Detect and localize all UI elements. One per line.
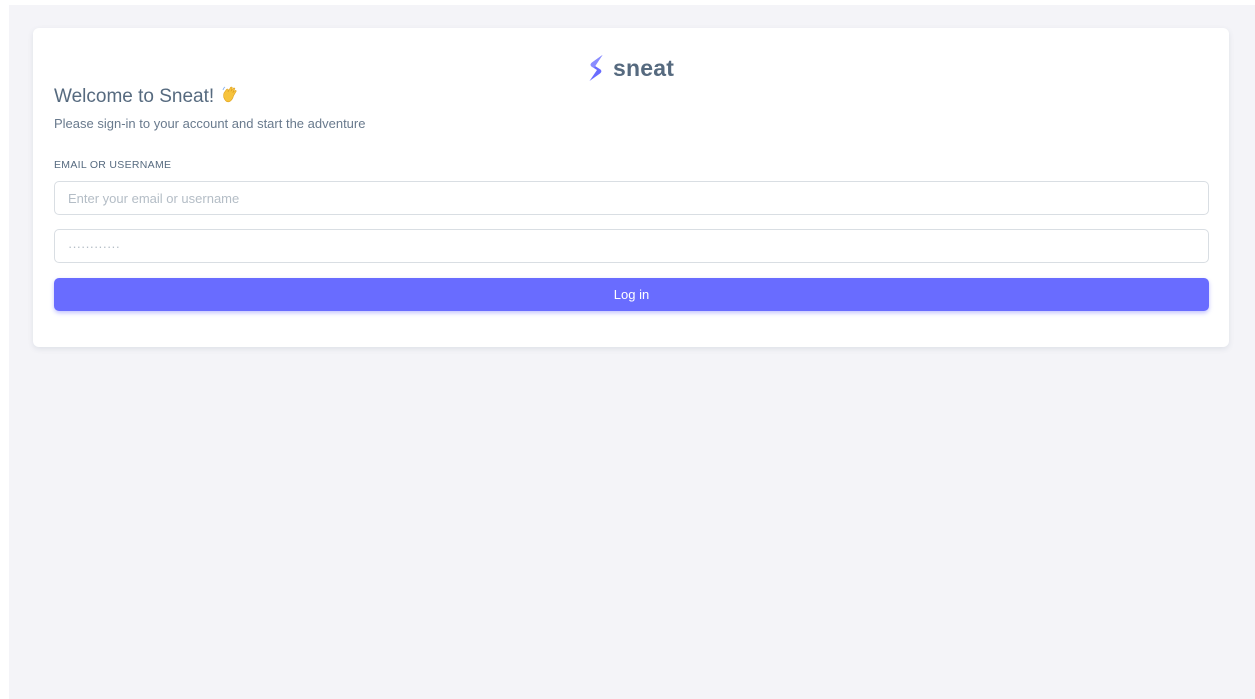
email-field-label: EMAIL OR USERNAME: [54, 159, 172, 171]
login-card: sneat Welcome to Sneat! Please sign-in t…: [33, 28, 1229, 347]
brand-logo[interactable]: sneat: [587, 52, 674, 84]
page-subtitle: Please sign-in to your account and start…: [54, 116, 366, 131]
email-field[interactable]: [54, 181, 1209, 215]
brand-name: sneat: [613, 54, 675, 81]
waving-hand-icon: [220, 84, 240, 110]
page-title-text: Welcome to Sneat!: [54, 86, 215, 107]
page-background: sneat Welcome to Sneat! Please sign-in t…: [9, 5, 1255, 699]
sneat-logo-icon: [587, 53, 605, 83]
page-title: Welcome to Sneat!: [54, 84, 240, 110]
login-button[interactable]: Log in: [54, 278, 1209, 311]
password-field[interactable]: [54, 229, 1209, 263]
